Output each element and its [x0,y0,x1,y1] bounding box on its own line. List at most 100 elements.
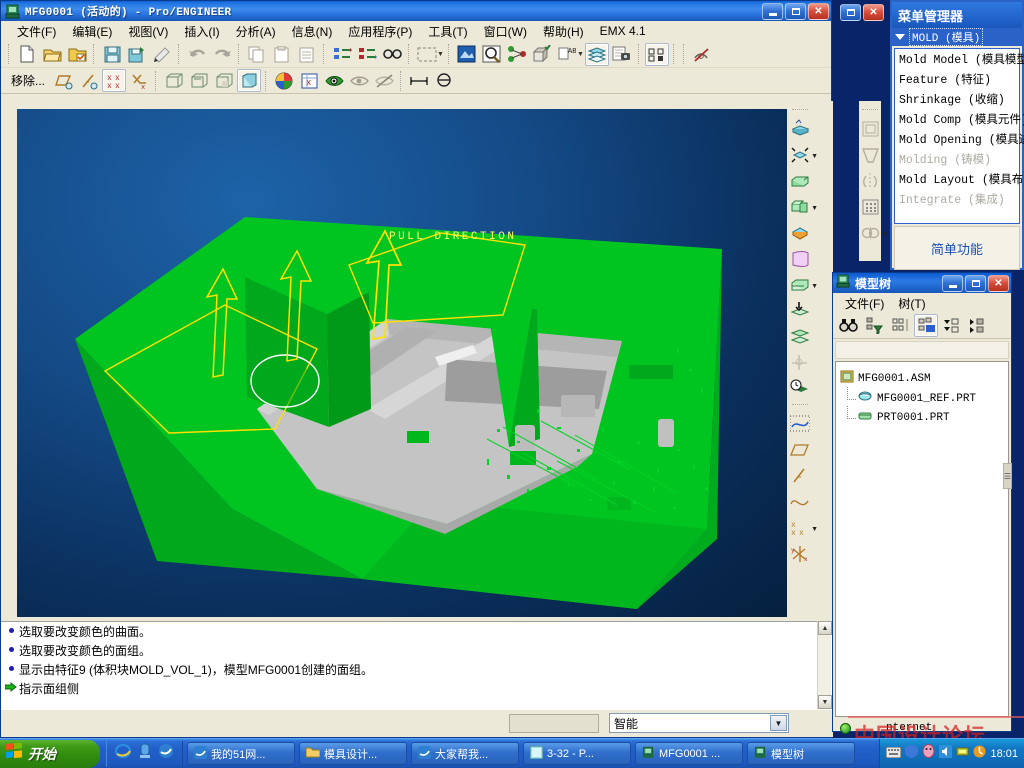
layers-icon[interactable] [584,42,609,66]
close-button[interactable]: ✕ [808,3,829,20]
maximize-button[interactable] [785,3,806,20]
menu-manager-header[interactable]: MOLD (模具) [892,28,1022,46]
section-icon[interactable] [432,69,456,92]
update-icon[interactable] [973,745,986,763]
open-folder-icon[interactable] [40,43,64,66]
parting-surface-icon[interactable] [789,220,811,245]
sketch-curve-icon[interactable] [789,411,811,436]
scroll-down-button[interactable]: ▼ [818,695,832,709]
paste-icon[interactable] [270,43,294,66]
menu-item-mold-opening[interactable]: Mold Opening (模具进) [895,129,1024,149]
outer-maximize-button[interactable] [840,4,861,21]
component-interface-icon[interactable] [530,43,554,66]
taskbar-item-3[interactable]: 3-32 - P... [523,742,631,765]
mold-component-icon[interactable]: ▼ [789,194,818,219]
chevron-down-icon[interactable]: ▼ [770,715,787,731]
chevron-down-icon[interactable]: ▼ [811,153,818,160]
mold-split-icon[interactable]: ▼ [789,142,818,167]
taskbar-item-4[interactable]: MFG0001 ... [635,742,743,765]
axis-icon[interactable] [789,463,811,488]
mold-model-3d[interactable] [17,109,787,617]
visibility-icon[interactable] [347,69,371,92]
annotation-icon[interactable]: AB [555,43,579,66]
merge-icon[interactable]: ▼ [859,220,888,245]
browser-icon[interactable] [158,743,174,764]
coordinate-system-icon[interactable]: x [127,69,151,92]
start-button[interactable]: 开始 [0,739,100,768]
chevron-down-icon[interactable] [895,34,905,40]
menu-item-feature[interactable]: Feature (特征) [895,69,1019,89]
mt-close-button[interactable]: ✕ [988,275,1009,292]
regenerate-icon[interactable] [330,43,354,66]
point-icon[interactable]: xxx ▼ [789,515,818,540]
menu-view[interactable]: 视图(V) [120,21,176,42]
mold-volume-box-icon[interactable]: ▼ [789,272,818,297]
datum-display-icon[interactable] [644,42,669,66]
workpiece-icon[interactable] [789,168,811,193]
surface-region-icon[interactable] [52,69,76,92]
simple-functions-button[interactable]: 简单功能 [931,239,983,258]
save-a-copy-icon[interactable] [125,43,149,66]
model-tree-body[interactable]: MFG0001.ASM MFG0001_REF.PRT PRT0001.PRT [835,361,1009,717]
find-icon[interactable] [380,43,404,66]
spreadsheet-icon[interactable]: x [297,69,321,92]
color-appearance-icon[interactable] [272,69,296,92]
find-binoculars-icon[interactable] [836,314,860,337]
redo-icon[interactable] [210,43,234,66]
menu-applications[interactable]: 应用程序(P) [340,21,420,42]
message-scrollbar[interactable]: ▲ ▼ [817,621,832,709]
grid-icon[interactable] [859,194,881,219]
menu-item-mold-comp[interactable]: Mold Comp (模具元件) [895,109,1024,129]
visibility-off-icon[interactable] [372,69,396,92]
new-file-icon[interactable] [15,43,39,66]
copy-icon[interactable] [245,43,269,66]
view-front-icon[interactable] [162,69,186,92]
chevron-down-icon[interactable]: ▼ [811,205,818,212]
menu-analysis[interactable]: 分析(A) [228,21,284,42]
taskbar-item-0[interactable]: 我的51网... [187,742,295,765]
mold-volume-icon[interactable] [789,116,811,141]
eye-shade-icon[interactable] [322,69,346,92]
zoom-icon[interactable] [480,43,504,66]
save-icon[interactable] [100,43,124,66]
menu-emx[interactable]: EMX 4.1 [592,22,654,40]
graphics-area[interactable]: PULL DIRECTION [17,109,787,617]
selection-filter-dropdown[interactable]: 智能 ▼ [609,713,789,733]
chevron-down-icon[interactable]: ▼ [881,231,888,238]
taskbar-item-2[interactable]: 大家帮我... [411,742,519,765]
qq-icon[interactable] [922,744,935,763]
shrinkage-icon[interactable] [859,116,881,141]
hide-icon[interactable] [690,43,714,66]
relations-icon[interactable] [505,43,529,66]
coord-sys-icon[interactable]: yx [789,541,811,566]
menu-window[interactable]: 窗口(W) [476,21,535,42]
mt-minimize-button[interactable] [942,275,963,292]
mold-stack-icon[interactable] [789,324,811,349]
taskbar-clock[interactable]: 18:01 [990,748,1018,760]
outer-close-button[interactable]: ✕ [863,4,884,21]
menu-file[interactable]: 文件(F) [9,21,64,42]
clock-mold-icon[interactable] [789,376,811,401]
curve-icon[interactable] [77,69,101,92]
taskbar-item-1[interactable]: 模具设计... [299,742,407,765]
menu-help[interactable]: 帮助(H) [535,21,592,42]
scroll-up-button[interactable]: ▲ [818,621,832,635]
volume-icon[interactable] [939,744,953,763]
view-shaded-edges-icon[interactable] [212,69,236,92]
menu-info[interactable]: 信息(N) [284,21,341,42]
menu-item-shrinkage[interactable]: Shrinkage (收缩) [895,89,1019,109]
tree-node-ref-part[interactable]: MFG0001_REF.PRT [840,387,1004,408]
tree-node-assembly[interactable]: MFG0001.ASM [840,368,1004,389]
menu-insert[interactable]: 插入(I) [176,21,227,42]
tree-filter-icon[interactable] [862,314,886,337]
menu-item-mold-layout[interactable]: Mold Layout (模具布 [895,169,1023,189]
mold-insert-icon[interactable] [789,298,811,323]
menu-tools[interactable]: 工具(T) [420,21,475,42]
mirror-icon[interactable] [859,168,881,193]
chevron-down-icon[interactable]: ▼ [811,283,818,290]
quick-print-icon[interactable] [150,43,174,66]
select-box-icon[interactable] [415,43,439,66]
dimension-icon[interactable] [407,69,431,92]
draft-check-icon[interactable] [859,142,881,167]
points-display-icon[interactable]: xxxx [102,69,127,92]
